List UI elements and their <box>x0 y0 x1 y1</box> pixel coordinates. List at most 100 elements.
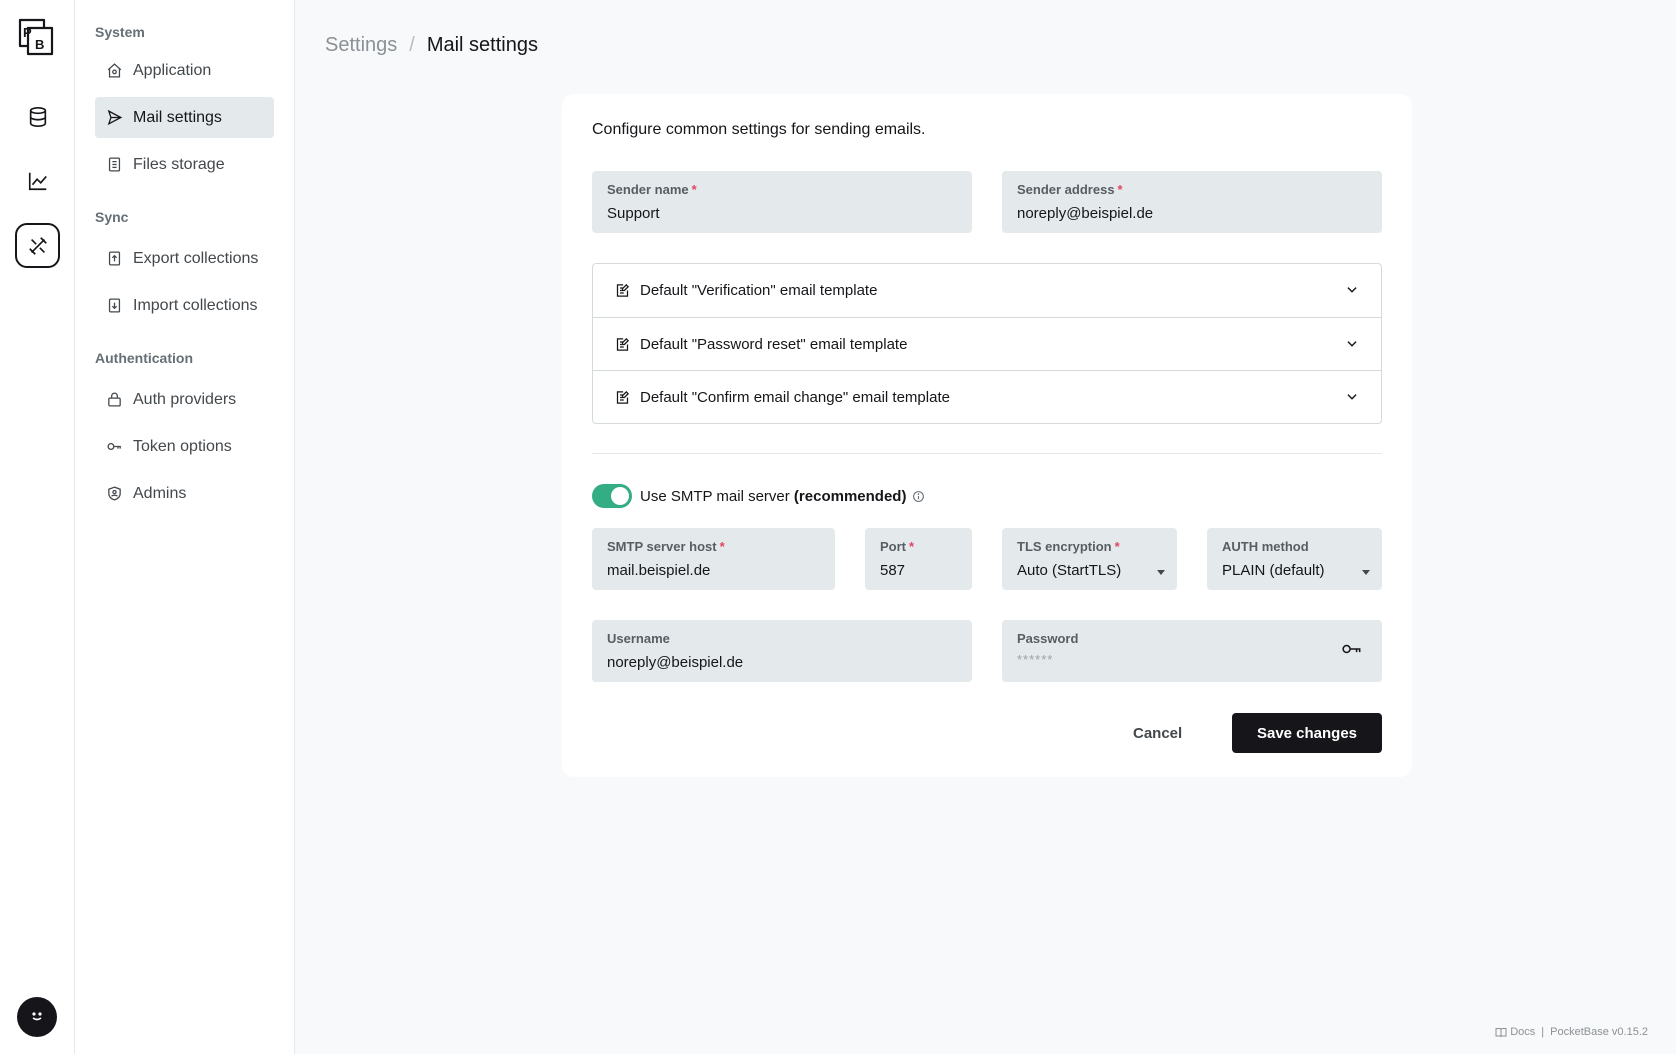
sidebar-group-system: System <box>95 24 145 40</box>
book-icon <box>1495 1027 1507 1038</box>
cancel-button[interactable]: Cancel <box>1121 713 1194 753</box>
import-icon <box>105 297 123 315</box>
edit-document-icon <box>615 389 631 405</box>
confirm-email-change-template-toggle[interactable]: Default "Confirm email change" email tem… <box>593 370 1381 423</box>
file-icon <box>105 156 123 174</box>
sidebar-item-export-collections[interactable]: Export collections <box>95 238 274 279</box>
smtp-host-label: SMTP server host <box>607 539 717 554</box>
sender-name-label: Sender name <box>607 182 689 197</box>
edit-document-icon <box>615 336 631 352</box>
auth-method-value: PLAIN (default) <box>1222 562 1325 579</box>
email-templates-accordion: Default "Verification" email template De… <box>592 263 1382 424</box>
smtp-host-input[interactable]: mail.beispiel.de <box>607 561 820 581</box>
page-title: Mail settings <box>426 33 538 56</box>
smtp-toggle-label: Use SMTP mail server <box>640 487 794 505</box>
sender-name-field[interactable]: Sender name * Support <box>592 171 972 233</box>
chevron-down-icon <box>1345 337 1359 355</box>
sender-address-field[interactable]: Sender address * noreply@beispiel.de <box>1002 171 1382 233</box>
caret-down-icon <box>1362 570 1370 575</box>
settings-icon[interactable] <box>15 223 60 268</box>
required-mark: * <box>1114 539 1120 554</box>
svg-text:B: B <box>35 37 44 52</box>
sidebar-group-authentication: Authentication <box>95 350 193 366</box>
auth-method-label: AUTH method <box>1222 539 1309 554</box>
home-icon <box>105 62 123 80</box>
sidebar-item-application[interactable]: Application <box>95 50 274 91</box>
sidebar-item-label: Export collections <box>133 249 259 267</box>
info-icon[interactable] <box>912 490 925 503</box>
sender-address-label: Sender address <box>1017 182 1115 197</box>
tls-label: TLS encryption <box>1017 539 1112 554</box>
panel-description: Configure common settings for sending em… <box>592 121 926 138</box>
required-mark: * <box>909 539 915 554</box>
sidebar-item-token-options[interactable]: Token options <box>95 426 274 467</box>
logs-icon[interactable] <box>15 158 60 203</box>
sidebar-item-files-storage[interactable]: Files storage <box>95 144 274 185</box>
icon-rail: P B <box>0 0 75 1054</box>
key-icon[interactable] <box>1342 642 1362 661</box>
sidebar-item-label: Application <box>133 61 212 79</box>
save-changes-button[interactable]: Save changes <box>1232 713 1382 753</box>
template-label: Default "Password reset" email template <box>640 335 908 353</box>
key-icon <box>105 438 123 456</box>
username-input[interactable]: noreply@beispiel.de <box>607 653 957 673</box>
footer: Docs | PocketBase v0.15.2 <box>1495 1026 1648 1038</box>
chevron-down-icon <box>1345 283 1359 301</box>
sidebar-item-label: Mail settings <box>133 108 222 126</box>
template-label: Default "Confirm email change" email tem… <box>640 388 950 406</box>
sidebar-item-label: Files storage <box>133 155 225 173</box>
required-mark: * <box>1117 182 1123 197</box>
port-input[interactable]: 587 <box>880 561 957 581</box>
edit-document-icon <box>615 283 631 299</box>
docs-link[interactable]: Docs <box>1510 1026 1535 1038</box>
smtp-toggle[interactable] <box>592 484 632 508</box>
sender-name-input[interactable]: Support <box>607 204 957 224</box>
breadcrumb: Settings / Mail settings <box>325 30 538 60</box>
shield-icon <box>105 485 123 503</box>
sidebar-item-admins[interactable]: Admins <box>95 473 274 514</box>
username-field[interactable]: Username noreply@beispiel.de <box>592 620 972 682</box>
svg-text:P: P <box>23 25 32 40</box>
sidebar-item-auth-providers[interactable]: Auth providers <box>95 379 274 420</box>
password-field[interactable]: Password ****** <box>1002 620 1382 682</box>
required-mark: * <box>691 182 697 197</box>
chevron-down-icon <box>1345 390 1359 408</box>
sidebar-item-label: Admins <box>133 484 187 502</box>
version-label[interactable]: PocketBase v0.15.2 <box>1550 1026 1648 1038</box>
sidebar-item-label: Import collections <box>133 296 258 314</box>
verification-template-toggle[interactable]: Default "Verification" email template <box>593 264 1381 317</box>
required-mark: * <box>719 539 725 554</box>
tls-value: Auto (StartTLS) <box>1017 562 1122 579</box>
pocketbase-logo[interactable]: P B <box>17 18 57 58</box>
smtp-host-field[interactable]: SMTP server host * mail.beispiel.de <box>592 528 835 590</box>
settings-sidebar: System Application Mail settings Files s… <box>75 0 295 1054</box>
tls-encryption-select[interactable]: TLS encryption * Auto (StartTLS) <box>1002 528 1177 590</box>
sender-address-input[interactable]: noreply@beispiel.de <box>1017 204 1367 224</box>
sidebar-item-import-collections[interactable]: Import collections <box>95 285 274 326</box>
breadcrumb-separator: / <box>409 33 415 56</box>
avatar[interactable] <box>17 997 57 1037</box>
port-field[interactable]: Port * 587 <box>865 528 972 590</box>
username-label: Username <box>607 631 670 646</box>
password-reset-template-toggle[interactable]: Default "Password reset" email template <box>593 317 1381 370</box>
template-label: Default "Verification" email template <box>640 282 878 299</box>
password-input[interactable]: ****** <box>1017 652 1367 667</box>
export-icon <box>105 250 123 268</box>
mail-settings-panel: Configure common settings for sending em… <box>562 94 1412 777</box>
smtp-toggle-row: Use SMTP mail server (recommended) <box>592 484 925 508</box>
section-divider <box>592 453 1382 454</box>
port-label: Port <box>880 539 906 554</box>
auth-method-select[interactable]: AUTH method PLAIN (default) <box>1207 528 1382 590</box>
sidebar-item-mail-settings[interactable]: Mail settings <box>95 97 274 138</box>
lock-icon <box>105 391 123 409</box>
caret-down-icon <box>1157 570 1165 575</box>
sidebar-group-sync: Sync <box>95 209 129 225</box>
smtp-recommended-label: (recommended) <box>793 487 907 505</box>
footer-separator: | <box>1541 1026 1545 1038</box>
send-icon <box>105 109 123 127</box>
breadcrumb-settings-link[interactable]: Settings <box>325 34 397 57</box>
collections-icon[interactable] <box>15 94 60 139</box>
sidebar-item-label: Auth providers <box>133 390 237 408</box>
password-label: Password <box>1017 631 1079 646</box>
sidebar-item-label: Token options <box>133 437 232 455</box>
